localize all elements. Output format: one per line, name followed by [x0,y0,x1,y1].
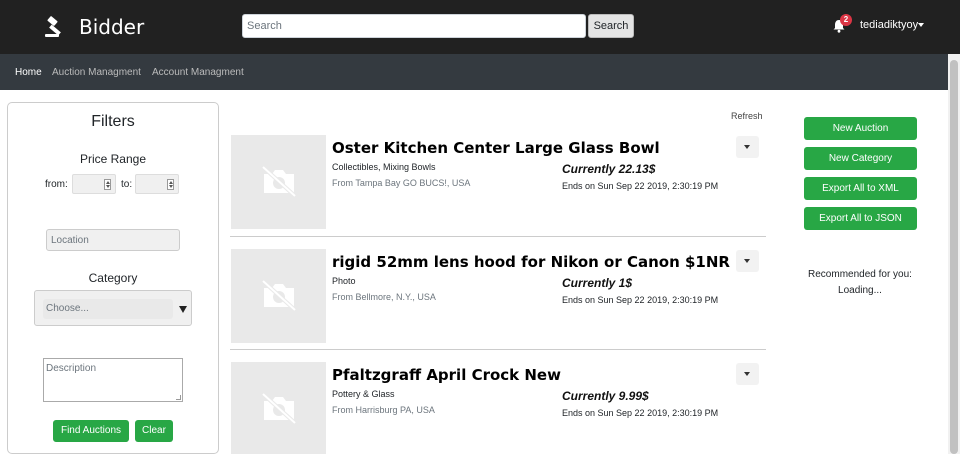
price-range-label: Price Range [79,152,147,166]
item-price: Currently 22.13$ [562,162,656,176]
item-thumbnail[interactable] [231,135,326,229]
filters-title: Filters [91,113,135,130]
item-category: Photo [332,276,356,286]
item-category: Collectibles, Mixing Bowls [332,162,436,172]
price-from-input[interactable] [72,174,116,194]
category-label: Category [88,271,138,285]
item-title[interactable]: Oster Kitchen Center Large Glass Bowl [332,139,660,157]
gavel-icon[interactable] [44,16,68,38]
item-dropdown-button[interactable] [736,363,759,385]
item-price: Currently 9.99$ [562,389,649,403]
filters-panel: Filters Price Range from: to: Location C… [7,102,219,454]
description-textarea[interactable]: Description [43,358,183,402]
recommendations-title: Recommended for you: [808,269,912,280]
item-location: From Bellmore, N.Y., USA [332,292,436,302]
item-title[interactable]: rigid 52mm lens hood for Nikon or Canon … [332,253,730,271]
no-camera-icon [261,279,297,312]
export-json-button[interactable]: Export All to JSON [804,207,917,230]
divider [230,236,766,237]
item-location: From Tampa Bay GO BUCS!, USA [332,178,471,188]
item-category: Pottery & Glass [332,389,395,399]
category-select[interactable]: Choose... [34,290,192,326]
search-input[interactable] [242,14,586,38]
no-camera-icon [261,392,297,425]
location-input[interactable]: Location [46,229,180,251]
divider [230,349,766,350]
item-end-time: Ends on Sun Sep 22 2019, 2:30:19 PM [562,295,719,305]
recommendations-status: Loading... [838,285,882,296]
category-selected[interactable]: Choose... [43,299,173,319]
find-auctions-button[interactable]: Find Auctions [53,420,129,442]
to-label: to: [121,179,133,190]
search-button[interactable]: Search [588,14,634,38]
auction-item[interactable]: rigid 52mm lens hood for Nikon or Canon … [230,249,766,345]
item-end-time: Ends on Sun Sep 22 2019, 2:30:19 PM [562,181,719,191]
price-to-input[interactable] [135,174,179,194]
notification-badge: 2 [840,14,852,26]
item-title[interactable]: Pfaltzgraff April Crock New [332,366,561,384]
auction-item[interactable]: Oster Kitchen Center Large Glass Bowl Co… [230,135,766,231]
refresh-link[interactable]: Refresh [731,111,763,121]
top-navbar: Bidder Search 2 tediadiktyoy [0,0,960,54]
nav-home[interactable]: Home [15,67,42,78]
new-category-button[interactable]: New Category [804,147,917,170]
item-price: Currently 1$ [562,276,633,290]
export-xml-button[interactable]: Export All to XML [804,177,917,200]
item-dropdown-button[interactable] [736,250,759,272]
spinner-icon[interactable] [167,179,174,190]
item-end-time: Ends on Sun Sep 22 2019, 2:30:19 PM [562,408,719,418]
auction-item[interactable]: Pfaltzgraff April Crock New Pottery & Gl… [230,362,766,454]
resize-handle-icon[interactable] [176,395,181,400]
spinner-icon[interactable] [104,179,111,190]
from-label: from: [45,179,68,190]
nav-account-management[interactable]: Account Managment [152,67,244,78]
chevron-down-icon[interactable] [918,23,924,27]
nav-auction-management[interactable]: Auction Managment [52,67,141,78]
secondary-nav: Home Auction Managment Account Managment [0,54,948,90]
item-thumbnail[interactable] [231,249,326,343]
item-location: From Harrisburg PA, USA [332,405,435,415]
scrollbar-thumb[interactable] [950,60,958,454]
no-camera-icon [261,165,297,198]
brand-name[interactable]: Bidder [79,15,144,39]
item-thumbnail[interactable] [231,362,326,454]
user-menu[interactable]: tediadiktyoy [860,19,918,31]
clear-button[interactable]: Clear [135,420,173,442]
new-auction-button[interactable]: New Auction [804,117,917,140]
dropdown-arrow-icon[interactable] [179,306,187,313]
description-placeholder: Description [46,363,97,374]
item-dropdown-button[interactable] [736,136,759,158]
